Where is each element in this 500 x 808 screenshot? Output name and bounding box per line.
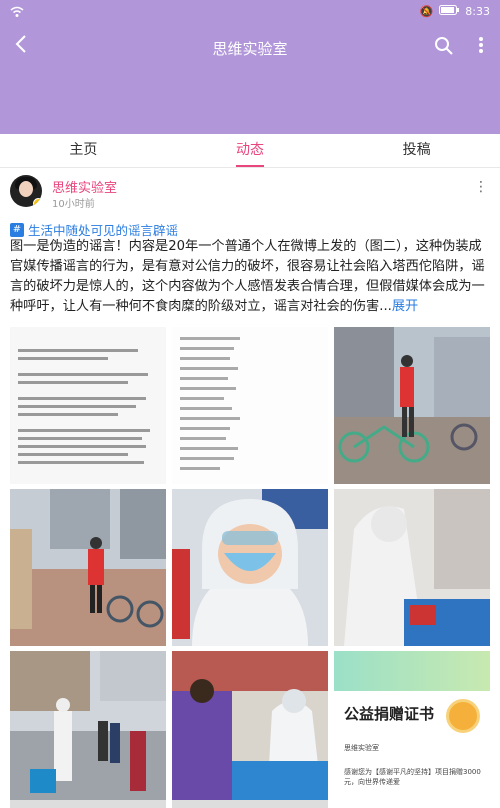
status-bar: 🔕 8:33 [0,0,500,26]
more-vertical-icon[interactable] [478,36,484,58]
image-rumor-screenshot[interactable] [10,327,166,484]
post-header: 思维实验室 10小时前 ⋮ [10,175,490,211]
image-testing-station[interactable] [172,651,328,808]
status-time: 8:33 [465,5,490,18]
avatar[interactable] [10,175,42,207]
wifi-icon [10,6,24,21]
image-protective-suit-worker[interactable] [334,489,490,646]
medal-icon [446,699,480,733]
image-volunteer-street[interactable] [10,489,166,646]
tab-submit[interactable]: 投稿 [333,134,500,167]
search-icon[interactable] [434,36,454,60]
tab-bar: 主页 动态 投稿 [0,134,500,168]
hashtag-icon: # [10,222,24,237]
image-donation-certificate[interactable]: 公益捐赠证书 思维实验室 感谢您为【感谢平凡的坚持】项目捐赠3000元，向世界传… [334,651,490,808]
tab-home[interactable]: 主页 [0,134,167,167]
verified-badge-icon [33,198,42,207]
post-time: 10小时前 [52,199,95,210]
certificate-org: 思维实验室 [344,744,379,752]
battery-icon [439,5,460,18]
image-weibo-original[interactable] [172,327,328,484]
more-vertical-icon[interactable]: ⋮ [474,179,488,195]
tab-feed[interactable]: 动态 [167,134,334,167]
image-grid: 公益捐赠证书 思维实验室 感谢您为【感谢平凡的坚持】项目捐赠3000元，向世界传… [10,327,490,808]
post-text: 图一是伪造的谣言！内容是20年一个普通个人在微博上发的（图二），这种伪装成官媒传… [10,237,492,317]
image-medical-worker-selfie[interactable] [172,489,328,646]
mute-icon: 🔕 [419,5,434,18]
page-title: 思维实验室 [212,40,288,58]
author-name[interactable]: 思维实验室 [52,177,117,196]
certificate-desc: 感谢您为【感谢平凡的坚持】项目捐赠3000元，向世界传递爱 [344,768,481,786]
app-bar: 思维实验室 [0,26,500,134]
certificate-title: 公益捐赠证书 [344,705,435,723]
image-testing-queue[interactable] [10,651,166,808]
expand-link[interactable]: 展开 [392,299,418,314]
image-street-bikes[interactable] [334,327,490,484]
